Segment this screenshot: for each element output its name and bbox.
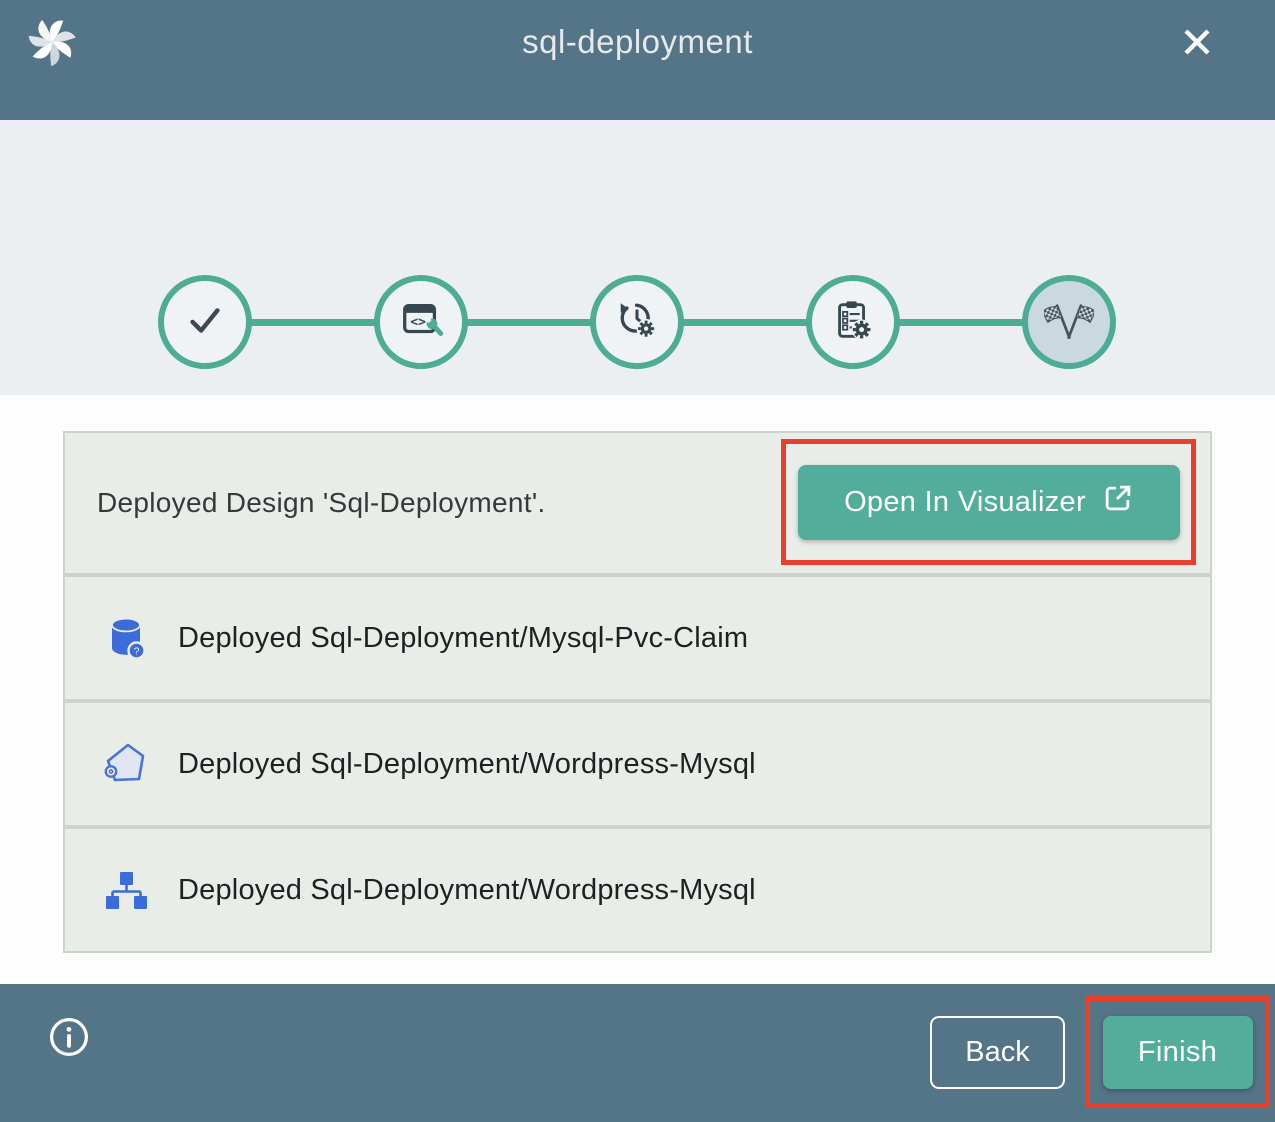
step-circle [158,275,252,369]
result-text: Deployed Sql-Deployment/Wordpress-Mysql [178,748,756,781]
result-text: Deployed Sql-Deployment/Wordpress-Mysql [178,874,756,907]
service-hierarchy-icon [102,866,150,914]
external-link-icon [1102,483,1133,522]
info-icon[interactable] [48,1016,90,1058]
open-in-visualizer-label: Open In Visualizer [844,486,1086,519]
highlight-box-visualizer: Open In Visualizer [781,439,1196,565]
stepper: Validate Design <> [0,120,1275,395]
pod-pentagon-icon [102,740,150,788]
open-in-visualizer-button[interactable]: Open In Visualizer [798,465,1180,540]
result-row-service: Deployed Sql-Deployment/Wordpress-Mysql [65,829,1210,951]
result-row-pod: Deployed Sql-Deployment/Wordpress-Mysql [65,703,1210,825]
code-environment-icon: <> [398,297,444,348]
results-section: Deployed Design 'Sql-Deployment'. Open I… [0,395,1275,984]
modal-title: sql-deployment [0,23,1275,61]
highlight-box-finish: Finish [1085,996,1270,1108]
summary-message: Deployed Design 'Sql-Deployment'. [97,487,546,519]
result-row-pvc: ? Deployed Sql-Deployment/Mysql-Pvc-Clai… [65,577,1210,699]
dry-run-history-gear-icon [614,297,660,348]
close-icon[interactable] [1178,23,1216,61]
deployment-wizard-modal: sql-deployment Validate Design [0,0,1275,1122]
step-circle-active [1022,275,1116,369]
modal-footer: Back Finish [0,984,1275,1122]
modal-header: sql-deployment [0,0,1275,120]
results-list: Deployed Design 'Sql-Deployment'. Open I… [63,431,1212,953]
step-circle: <> [374,275,468,369]
database-icon: ? [102,614,150,662]
back-button[interactable]: Back [930,1016,1065,1089]
result-text: Deployed Sql-Deployment/Mysql-Pvc-Claim [178,622,748,655]
checkered-flags-icon [1044,295,1094,350]
summary-row: Deployed Design 'Sql-Deployment'. Open I… [65,433,1210,573]
step-circle [806,275,900,369]
clipboard-checklist-gear-icon [830,297,876,348]
step-circle [590,275,684,369]
svg-text:<>: <> [410,315,426,330]
svg-text:?: ? [134,646,140,658]
finish-button[interactable]: Finish [1103,1016,1253,1089]
check-icon [182,297,228,348]
